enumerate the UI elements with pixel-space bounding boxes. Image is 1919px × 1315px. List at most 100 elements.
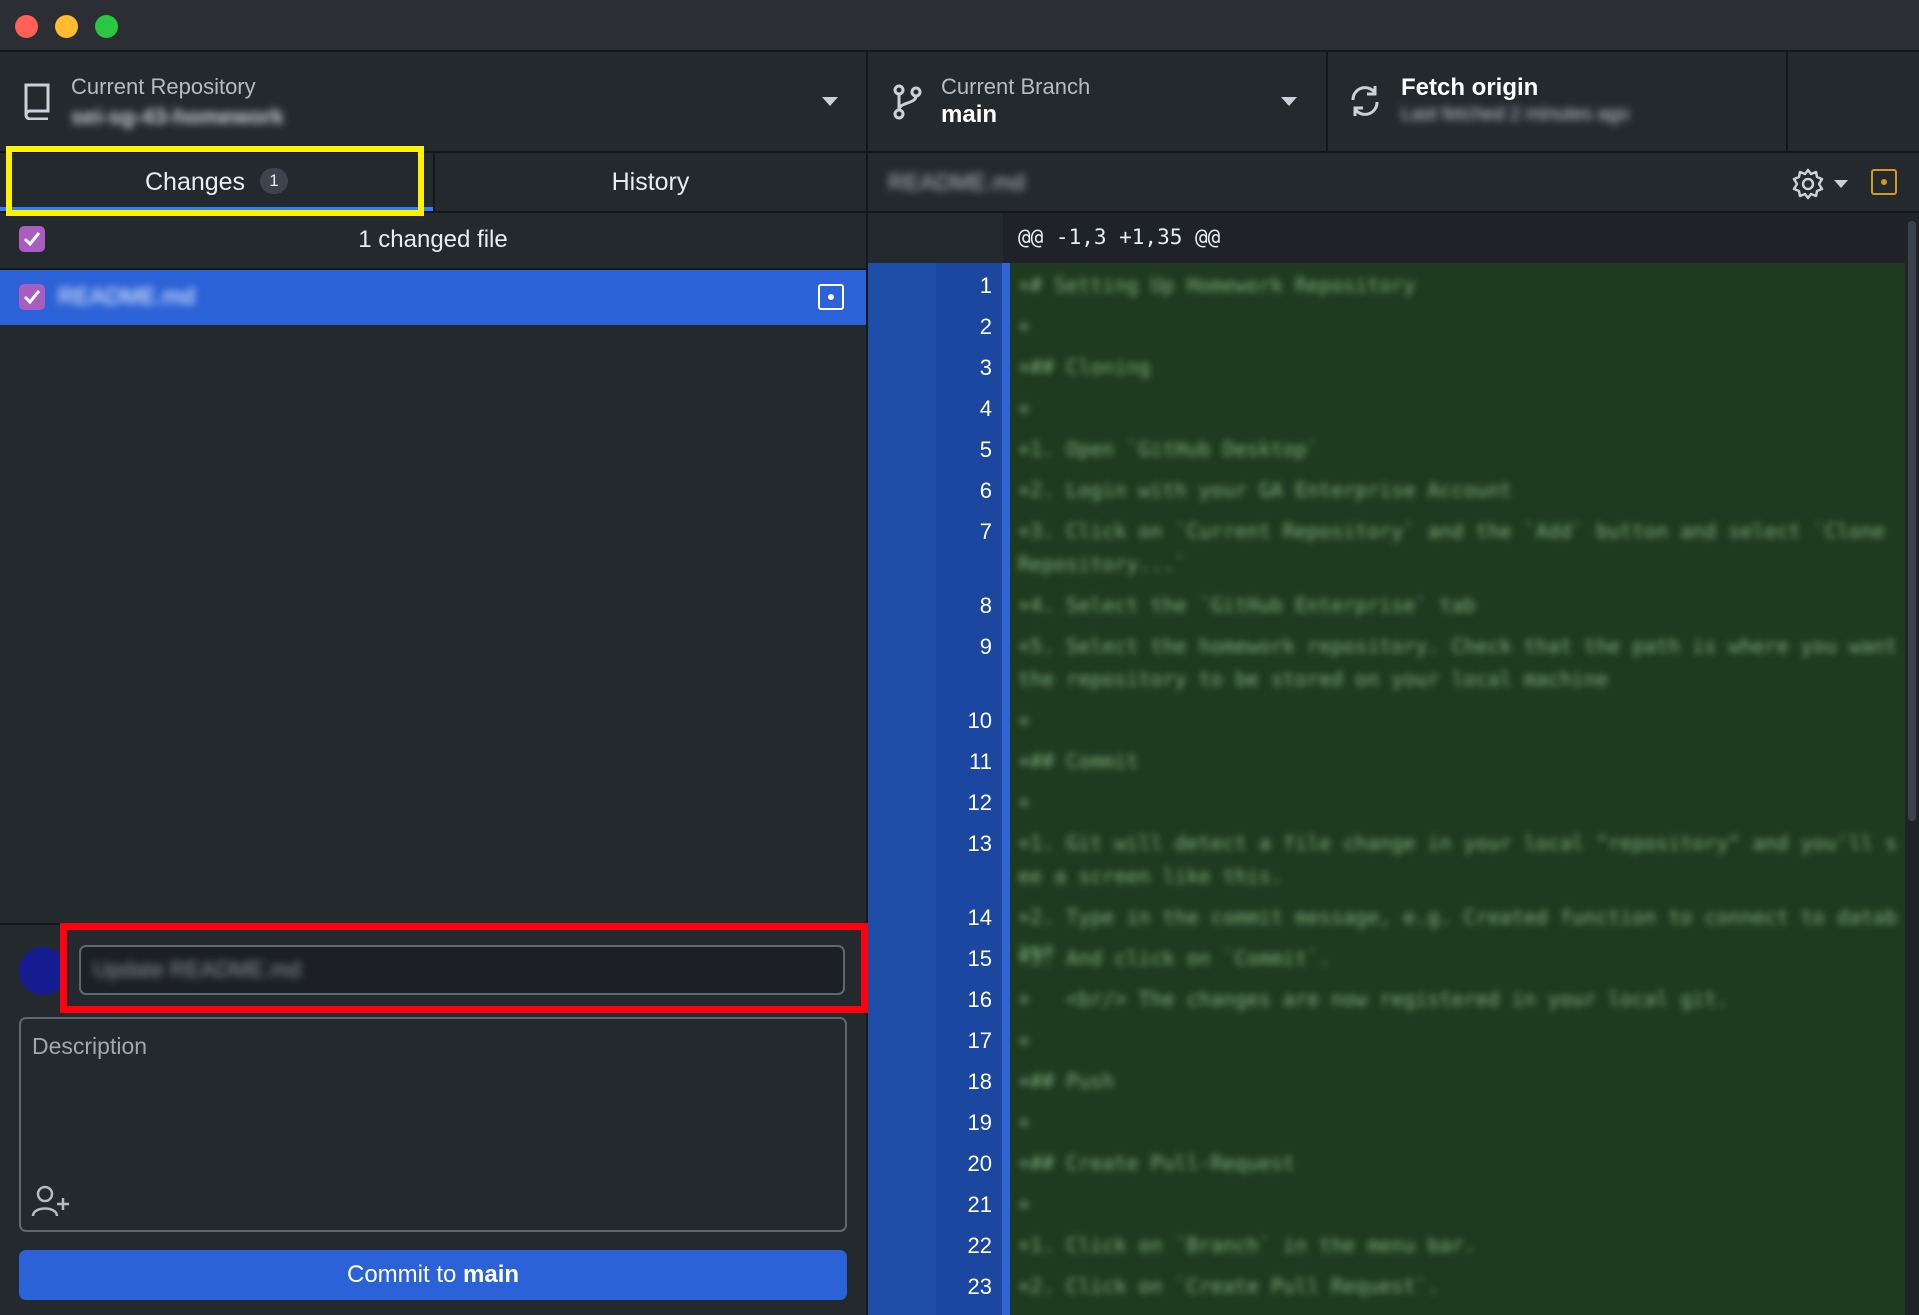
tab-changes-label: Changes — [144, 168, 246, 196]
diff-line: +4. Select the `GitHub Enterprise` tab — [1018, 593, 1476, 617]
diff-line: +# Setting Up Homework Repository — [1018, 273, 1416, 297]
diff-line: + — [1018, 396, 1031, 420]
fetch-origin-button[interactable]: Fetch origin Last fetched 2 minutes ago — [1328, 52, 1788, 151]
tab-history-label: History — [611, 168, 690, 196]
toolbar: Current Repository sei-sg-43-homework Cu… — [0, 52, 1919, 153]
repo-icon — [24, 83, 50, 120]
commit-form: Update README.md Description Commit to m… — [0, 923, 866, 1315]
diff-line: +2. Click on `Create Pull Request`. — [1018, 1274, 1440, 1298]
fetch-status: Last fetched 2 minutes ago — [1401, 104, 1630, 125]
select-all-checkbox[interactable] — [19, 226, 45, 252]
changed-file-row[interactable]: README.md — [0, 270, 866, 325]
current-branch-button[interactable]: Current Branch main — [868, 52, 1328, 151]
checkmark-icon — [23, 232, 41, 247]
diff-line: +3. And click on `Commit`. — [1018, 946, 1332, 970]
diff-scrollbar[interactable] — [1905, 213, 1919, 1315]
changes-pane: Changes 1 History 1 changed file README.… — [0, 153, 868, 1315]
commit-button-prefix: Commit to — [346, 1261, 463, 1288]
checkmark-icon — [23, 290, 41, 305]
diff-content: 1 +# Setting Up Homework Repository 2 +3 +##… — [868, 263, 1905, 1315]
line-number: 14 — [967, 905, 992, 930]
diff-line: +## Cloning — [1018, 355, 1151, 379]
title-bar — [0, 0, 1919, 52]
line-number: 16 — [967, 987, 992, 1012]
branch-label: Current Branch — [941, 74, 1091, 99]
line-number: 17 — [967, 1028, 992, 1053]
diff-line: +5. Select the homework repository. Chec… — [1018, 634, 1910, 691]
diff-header: README.md — [868, 153, 1919, 213]
diff-line: + — [1018, 708, 1031, 732]
line-number: 7 — [979, 519, 992, 544]
line-number: 12 — [967, 790, 992, 815]
diff-line: + — [1018, 1028, 1031, 1052]
app-window: Current Repository sei-sg-43-homework Cu… — [0, 0, 1919, 1315]
diff-line: +1. Open `GitHub Desktop` — [1018, 437, 1320, 461]
diff-file-name: README.md — [888, 169, 1025, 195]
diff-line: + — [1018, 790, 1031, 814]
tab-history[interactable]: History — [433, 153, 866, 211]
line-number: 18 — [967, 1069, 992, 1094]
line-number: 1 — [979, 273, 992, 298]
file-checkbox[interactable] — [19, 284, 45, 310]
added-line-marker — [1002, 263, 1010, 1315]
branch-name: main — [941, 101, 998, 128]
diff-line: + — [1018, 314, 1031, 338]
minimize-window-button[interactable] — [55, 15, 78, 38]
chevron-down-icon[interactable] — [1834, 180, 1848, 188]
chevron-down-icon — [1281, 97, 1297, 106]
line-number: 6 — [979, 478, 992, 503]
diff-line: +## Create Pull-Request — [1018, 1151, 1295, 1175]
diff-line: + <br/> The changes are now registered i… — [1018, 987, 1729, 1011]
diff-line: + — [1018, 1192, 1031, 1216]
line-number: 2 — [979, 314, 992, 339]
hunk-header: @@ -1,3 +1,35 @@ — [868, 213, 1905, 263]
commit-button[interactable]: Commit to main — [19, 1250, 847, 1300]
line-number: 5 — [979, 437, 992, 462]
line-number: 22 — [967, 1233, 992, 1258]
close-window-button[interactable] — [15, 15, 38, 38]
commit-description-input[interactable]: Description — [19, 1017, 847, 1232]
sync-icon — [1351, 86, 1379, 116]
line-number: 15 — [967, 946, 992, 971]
diff-line: +2. Login with your GA Enterprise Accoun… — [1018, 478, 1512, 502]
diff-line: +## Push — [1018, 1069, 1115, 1093]
diff-line: + — [1018, 1110, 1031, 1134]
branch-icon — [893, 84, 922, 120]
file-modified-icon — [818, 284, 844, 310]
line-number: 9 — [979, 634, 992, 659]
zoom-window-button[interactable] — [95, 15, 118, 38]
line-number: 21 — [967, 1192, 992, 1217]
hunk-header-text: @@ -1,3 +1,35 @@ — [1018, 225, 1221, 249]
add-coauthor-icon[interactable] — [31, 1184, 71, 1218]
diff-line: +## Commit — [1018, 749, 1139, 773]
avatar — [19, 947, 67, 995]
repo-name: sei-sg-43-homework — [71, 104, 284, 129]
current-repository-button[interactable]: Current Repository sei-sg-43-homework — [0, 52, 868, 151]
tab-changes[interactable]: Changes 1 — [0, 153, 433, 211]
scrollbar-thumb[interactable] — [1908, 221, 1916, 821]
line-number: 20 — [967, 1151, 992, 1176]
gear-icon[interactable] — [1791, 167, 1825, 201]
line-number: 8 — [979, 593, 992, 618]
line-number: 4 — [979, 396, 992, 421]
diff-pane: README.md @@ -1,3 +1,35 @@ 1 +# Setting U… — [868, 153, 1919, 1315]
hunk-gutter — [868, 213, 1003, 263]
fetch-label: Fetch origin — [1401, 74, 1539, 101]
line-number: 13 — [967, 831, 992, 856]
chevron-down-icon — [822, 97, 838, 106]
line-number: 3 — [979, 355, 992, 380]
commit-summary-input[interactable]: Update README.md — [79, 945, 845, 995]
changes-count-badge: 1 — [260, 168, 289, 195]
changed-files-count: 1 changed file — [358, 226, 508, 253]
tab-bar: Changes 1 History — [0, 153, 866, 213]
diff-line: +3. Click on `Current Repository` and th… — [1018, 519, 1897, 576]
line-number: 11 — [969, 749, 992, 774]
line-number: 19 — [967, 1110, 992, 1135]
changed-files-header: 1 changed file — [0, 211, 866, 270]
file-modified-icon — [1871, 169, 1897, 195]
line-number: 23 — [967, 1274, 992, 1299]
repo-label: Current Repository — [71, 74, 256, 99]
line-number: 10 — [967, 708, 992, 733]
description-placeholder: Description — [32, 1033, 148, 1059]
diff-line: +1. Git will detect a file change in you… — [1018, 831, 1897, 888]
